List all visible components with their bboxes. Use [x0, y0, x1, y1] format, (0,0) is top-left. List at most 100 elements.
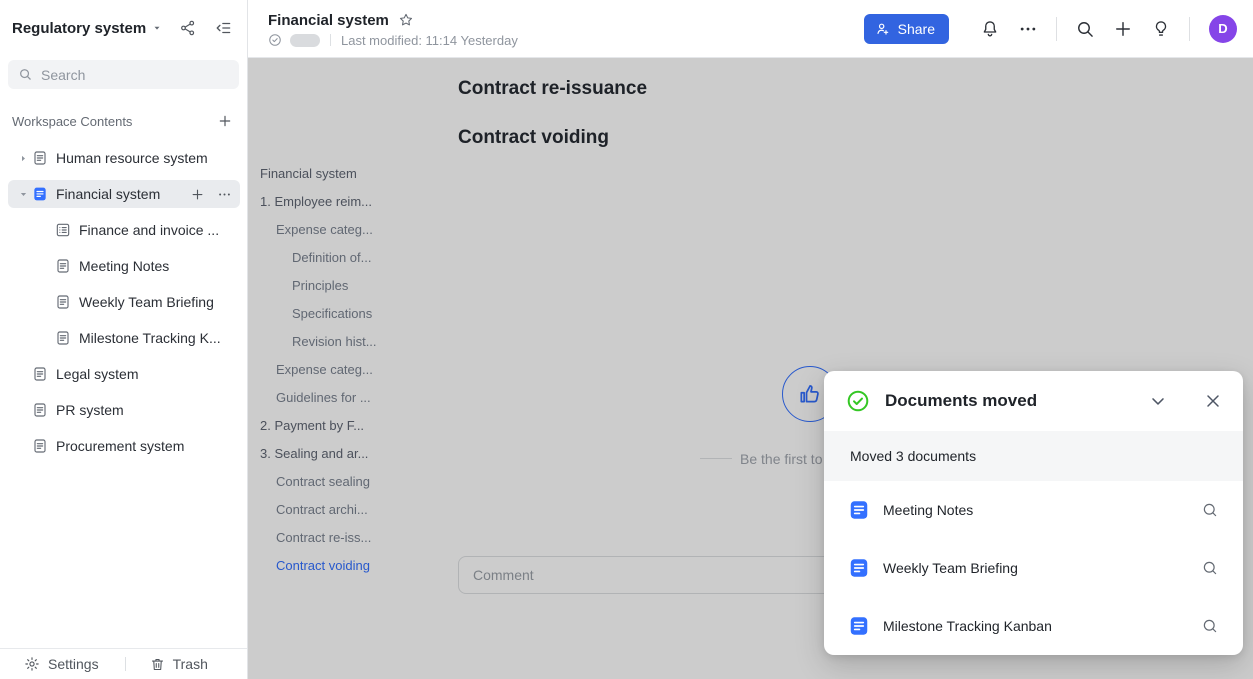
create-new-icon[interactable] — [1113, 19, 1133, 39]
caret-right-icon[interactable] — [14, 154, 32, 163]
toc-item[interactable]: Guidelines for ... — [260, 384, 430, 412]
table-of-contents: Financial system 1. Employee reim... Exp… — [260, 160, 430, 580]
close-icon[interactable] — [1203, 391, 1223, 411]
share-nodes-icon[interactable] — [179, 19, 197, 37]
workspace-switcher[interactable]: Regulatory system — [12, 20, 179, 37]
more-options-icon[interactable] — [1018, 19, 1038, 39]
sidebar-item-weekly-team-briefing[interactable]: Weekly Team Briefing — [8, 288, 240, 316]
page-title: Financial system — [268, 12, 389, 29]
sidebar-item-milestone-tracking[interactable]: Milestone Tracking K... — [8, 324, 240, 352]
shield-check-icon — [268, 33, 282, 47]
settings-label: Settings — [48, 656, 99, 672]
lightbulb-icon[interactable] — [1151, 19, 1171, 39]
toc-item[interactable]: 3. Sealing and ar... — [260, 440, 430, 468]
collapse-toast-icon[interactable] — [1148, 391, 1168, 411]
caret-down-icon[interactable] — [14, 190, 32, 199]
sidebar-top-bar: Regulatory system — [0, 0, 247, 56]
workspace-tree: Human resource system Financial system F… — [0, 144, 248, 468]
comment-placeholder: Comment — [473, 567, 534, 583]
toast-item-meeting-notes[interactable]: Meeting Notes — [824, 481, 1243, 539]
toc-item[interactable]: 1. Employee reim... — [260, 188, 430, 216]
sidebar-item-label: Financial system — [56, 186, 160, 202]
footer-divider — [125, 657, 126, 671]
toast-item-milestone-tracking-kanban[interactable]: Milestone Tracking Kanban — [824, 597, 1243, 655]
locate-icon[interactable] — [1201, 617, 1219, 635]
doc-icon — [32, 438, 48, 454]
check-circle-icon — [846, 389, 870, 413]
doc-icon — [32, 402, 48, 418]
sidebar-item-finance-and-invoice[interactable]: Finance and invoice ... — [8, 216, 240, 244]
toc-item[interactable]: Contract sealing — [260, 468, 430, 496]
doc-icon — [32, 366, 48, 382]
toc-item-active[interactable]: Contract voiding — [260, 552, 430, 580]
trash-icon — [150, 657, 165, 672]
avatar[interactable]: D — [1209, 15, 1237, 43]
more-icon[interactable] — [217, 187, 232, 202]
header-divider — [1189, 17, 1190, 41]
toc-item[interactable]: Contract archi... — [260, 496, 430, 524]
person-plus-icon — [875, 21, 891, 37]
toc-item[interactable]: Principles — [260, 272, 430, 300]
toast-item-label: Meeting Notes — [883, 502, 1188, 518]
notifications-bell-icon[interactable] — [980, 19, 1000, 39]
doc-icon — [55, 330, 71, 346]
doc-icon-blue — [848, 499, 870, 521]
toc-item[interactable]: 2. Payment by F... — [260, 412, 430, 440]
toast-item-label: Milestone Tracking Kanban — [883, 618, 1188, 634]
sidebar-item-financial-system[interactable]: Financial system — [8, 180, 240, 208]
toc-item[interactable]: Expense categ... — [260, 216, 430, 244]
toast-item-label: Weekly Team Briefing — [883, 560, 1188, 576]
doc-heading-contract-voiding: Contract voiding — [458, 127, 647, 149]
sidebar-item-pr-system[interactable]: PR system — [8, 396, 240, 424]
sidebar-item-label: Weekly Team Briefing — [79, 294, 214, 310]
toast-item-weekly-team-briefing[interactable]: Weekly Team Briefing — [824, 539, 1243, 597]
add-doc-icon[interactable] — [190, 187, 205, 202]
sidebar-item-label: Milestone Tracking K... — [79, 330, 221, 346]
settings-button[interactable]: Settings — [24, 656, 99, 672]
documents-moved-toast: Documents moved Moved 3 documents Meetin… — [824, 371, 1243, 655]
sidebar-item-meeting-notes[interactable]: Meeting Notes — [8, 252, 240, 280]
sidebar-item-label: Finance and invoice ... — [79, 222, 219, 238]
verification-badge — [290, 34, 320, 47]
gear-icon — [24, 656, 40, 672]
sidebar-item-human-resource-system[interactable]: Human resource system — [8, 144, 240, 172]
toc-item[interactable]: Specifications — [260, 300, 430, 328]
sidebar-item-label: Meeting Notes — [79, 258, 169, 274]
trash-label: Trash — [173, 656, 208, 672]
search-placeholder: Search — [41, 67, 85, 83]
locate-icon[interactable] — [1201, 501, 1219, 519]
sidebar-item-label: Human resource system — [56, 150, 208, 166]
sidebar-item-procurement-system[interactable]: Procurement system — [8, 432, 240, 460]
last-modified: Last modified: 11:14 Yesterday — [341, 33, 518, 48]
chevron-down-icon — [152, 23, 162, 33]
global-search-icon[interactable] — [1075, 19, 1095, 39]
avatar-initial: D — [1218, 21, 1227, 36]
sidebar-item-label: Legal system — [56, 366, 138, 382]
doc-heading-contract-reissuance: Contract re-issuance — [458, 78, 647, 100]
share-label: Share — [898, 21, 935, 37]
toc-item[interactable]: Contract re-iss... — [260, 524, 430, 552]
toc-item[interactable]: Expense categ... — [260, 356, 430, 384]
sidebar: Regulatory system Search Workspace Conte… — [0, 0, 248, 679]
toc-item[interactable]: Definition of... — [260, 244, 430, 272]
search-input[interactable]: Search — [8, 60, 239, 89]
sidebar-item-legal-system[interactable]: Legal system — [8, 360, 240, 388]
sidebar-item-label: Procurement system — [56, 438, 184, 454]
toc-item[interactable]: Financial system — [260, 160, 430, 188]
thumbs-up-icon — [797, 381, 823, 407]
doc-icon — [55, 294, 71, 310]
workspace-contents-section: Workspace Contents — [12, 111, 233, 131]
sidebar-footer: Settings Trash — [0, 648, 247, 679]
toc-item[interactable]: Revision hist... — [260, 328, 430, 356]
search-icon — [18, 67, 33, 82]
add-icon[interactable] — [217, 113, 233, 129]
doc-icon-blue — [848, 557, 870, 579]
trash-button[interactable]: Trash — [150, 656, 208, 672]
collapse-sidebar-icon[interactable] — [215, 19, 233, 37]
hint-divider-line — [700, 458, 732, 459]
grid-doc-icon — [55, 222, 71, 238]
star-icon[interactable] — [398, 12, 414, 28]
section-label: Workspace Contents — [12, 114, 132, 129]
share-button[interactable]: Share — [864, 14, 949, 44]
locate-icon[interactable] — [1201, 559, 1219, 577]
